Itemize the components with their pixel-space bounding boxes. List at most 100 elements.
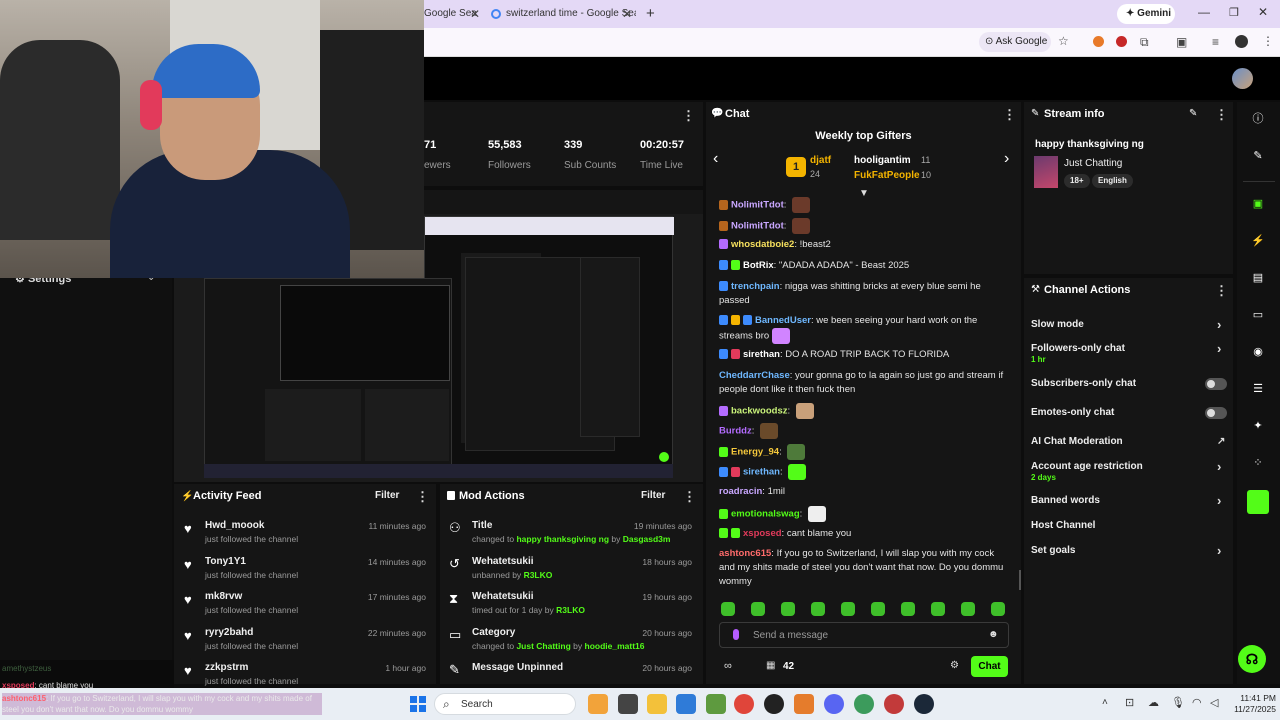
follower-name[interactable]: ryry2bahd: [205, 627, 253, 638]
chat-message[interactable]: BotRix: "ADADA ADADA" - Beast 2025: [719, 259, 1009, 273]
gifter-name[interactable]: djatf: [810, 155, 831, 166]
filter-button[interactable]: Filter: [641, 490, 665, 501]
tab-google-search[interactable]: Google Sea ✕: [424, 4, 484, 26]
bolt-icon[interactable]: ⚡: [1248, 231, 1268, 251]
detail-user[interactable]: Dasgasd3m: [623, 534, 671, 544]
list-item[interactable]: ♥ ryry2bahd just followed the channel 22 mi…: [174, 622, 436, 656]
reading-mode-icon[interactable]: ▣: [1176, 35, 1187, 49]
chrome-icon[interactable]: [734, 694, 754, 714]
chat-username[interactable]: sirethan: [743, 349, 780, 360]
users-icon[interactable]: ∞: [724, 660, 732, 672]
filter-button[interactable]: Filter: [375, 490, 399, 501]
chat-username[interactable]: NolimitTdot: [731, 221, 784, 232]
minimize-icon[interactable]: —: [1198, 5, 1210, 19]
chevron-right-icon[interactable]: ›: [1217, 543, 1221, 558]
taskbar-search[interactable]: ⌕ Search: [434, 693, 576, 715]
chat-username[interactable]: BotRix: [743, 260, 774, 271]
extension-icon[interactable]: [1093, 36, 1104, 47]
kebab-menu-icon[interactable]: ⋮: [682, 109, 695, 122]
store-icon[interactable]: [676, 694, 696, 714]
kebab-menu-icon[interactable]: ⋮: [416, 490, 429, 503]
wifi-icon[interactable]: ◠: [1192, 696, 1202, 709]
ask-google-button[interactable]: ⊙ Ask Google: [979, 32, 1051, 52]
chat-message[interactable]: BannedUser: we been seeing your hard wor…: [719, 314, 1009, 344]
chat-username[interactable]: backwoodsz: [731, 406, 788, 417]
channel-action-item[interactable]: Subscribers-only chat: [1031, 378, 1231, 389]
app-icon[interactable]: [794, 694, 814, 714]
edit-icon[interactable]: ✎: [1189, 108, 1197, 119]
chat-message[interactable]: trenchpain: nigga was shitting bricks at…: [719, 280, 1009, 308]
kebab-menu-icon[interactable]: ⋮: [1003, 108, 1016, 121]
kebab-menu-icon[interactable]: ⋮: [1215, 284, 1228, 297]
widgets-icon[interactable]: [588, 694, 608, 714]
tray-icon[interactable]: ☁: [1148, 696, 1159, 709]
emote-icon[interactable]: [811, 602, 825, 616]
chat-username[interactable]: trenchpain: [731, 281, 780, 292]
chat-message[interactable]: ashtonc615: If you go to Switzerland, I …: [719, 547, 1009, 589]
detail-user[interactable]: hoodie_matt16: [585, 641, 645, 651]
clip-icon[interactable]: ▣: [1248, 194, 1268, 214]
volume-icon[interactable]: ◁: [1210, 696, 1218, 709]
layout-icon[interactable]: ☰: [1248, 379, 1268, 399]
chat-icon[interactable]: ▭: [1248, 305, 1268, 325]
kebab-menu-icon[interactable]: ⋮: [1262, 34, 1274, 48]
chat-username[interactable]: sirethan: [743, 467, 780, 478]
close-window-icon[interactable]: ✕: [1258, 5, 1268, 19]
list-item[interactable]: ♥ mk8rvw just followed the channel 17 minut…: [174, 586, 436, 620]
chat-message[interactable]: CheddarrChase: your gonna go to la again…: [719, 369, 1009, 397]
notes-icon[interactable]: ▤: [1248, 268, 1268, 288]
chat-message[interactable]: emotionalswag:: [719, 506, 1009, 522]
obs-icon[interactable]: [764, 694, 784, 714]
chat-message[interactable]: roadracin: 1mil: [719, 485, 1009, 499]
category-name[interactable]: Just Chatting: [1064, 158, 1122, 169]
chat-message[interactable]: Burddz:: [719, 423, 1009, 439]
chat-username[interactable]: Burddz: [719, 426, 752, 437]
chat-scrollbar[interactable]: [1019, 570, 1021, 590]
chat-message[interactable]: NolimitTdot:: [719, 197, 1009, 213]
follower-name[interactable]: Hwd_moook: [205, 520, 264, 531]
chevron-right-icon[interactable]: ›: [1217, 493, 1221, 508]
toggle-switch[interactable]: [1205, 407, 1227, 419]
emote-icon[interactable]: [961, 602, 975, 616]
chat-input[interactable]: Send a message ☻: [719, 622, 1009, 648]
category-thumbnail[interactable]: [1034, 156, 1058, 188]
mod-action-row[interactable]: ⚇ Title changed to happy thanksgiving ng b…: [440, 515, 703, 549]
file-explorer-icon[interactable]: [647, 694, 667, 714]
chat-username[interactable]: xsposed: [743, 528, 782, 539]
chat-username[interactable]: BannedUser: [755, 315, 811, 326]
chat-username[interactable]: NolimitTdot: [731, 200, 784, 211]
chat-message[interactable]: sirethan:: [719, 464, 1009, 480]
chat-username[interactable]: Energy_94: [731, 447, 779, 458]
support-headset-icon[interactable]: ☊: [1238, 645, 1266, 673]
list-item[interactable]: ♥ Tony1Y1 just followed the channel 14 minu…: [174, 551, 436, 585]
broadcast-icon[interactable]: ◉: [1248, 342, 1268, 362]
tab-search-icon[interactable]: ≡: [1212, 35, 1219, 49]
chrome-profile-icon[interactable]: [854, 694, 874, 714]
tray-chevron-icon[interactable]: ˄: [1102, 697, 1108, 708]
emote-icon[interactable]: [901, 602, 915, 616]
emote-icon[interactable]: [841, 602, 855, 616]
emote-icon[interactable]: [721, 602, 735, 616]
pen-icon[interactable]: ✎: [1248, 146, 1268, 166]
mod-action-row[interactable]: ↺ Wehatetsukii unbanned by R3LKO 18 hours a…: [440, 551, 703, 585]
chat-username[interactable]: CheddarrChase: [719, 370, 790, 381]
emote-icon[interactable]: [781, 602, 795, 616]
follower-name[interactable]: Tony1Y1: [205, 556, 246, 567]
gemini-button[interactable]: ✦ Gemini: [1117, 4, 1175, 24]
tray-icon[interactable]: ⊡: [1125, 696, 1134, 709]
chat-username[interactable]: roadracin: [719, 486, 762, 497]
emote-icon[interactable]: [871, 602, 885, 616]
apps-icon[interactable]: ⁘: [1248, 453, 1268, 473]
wrench-icon[interactable]: ✦: [1248, 416, 1268, 436]
mod-action-row[interactable]: ✎ Message Unpinned 20 hours ago: [440, 657, 703, 691]
detail-target[interactable]: Just Chatting: [516, 641, 570, 651]
send-chat-button[interactable]: Chat: [971, 656, 1008, 677]
xbox-icon[interactable]: [706, 694, 726, 714]
clock[interactable]: 11:41 PM 11/27/2025: [1224, 693, 1276, 715]
follower-name[interactable]: zzkpstrm: [205, 662, 248, 673]
channel-action-item[interactable]: Followers-only chat 1 hr: [1031, 343, 1231, 364]
bookmark-star-icon[interactable]: ☆: [1058, 34, 1069, 48]
mod-action-row[interactable]: ⧗ Wehatetsukii timed out for 1 day by R3LK…: [440, 586, 703, 620]
kebab-menu-icon[interactable]: ⋮: [1215, 108, 1228, 121]
emote-icon[interactable]: [931, 602, 945, 616]
